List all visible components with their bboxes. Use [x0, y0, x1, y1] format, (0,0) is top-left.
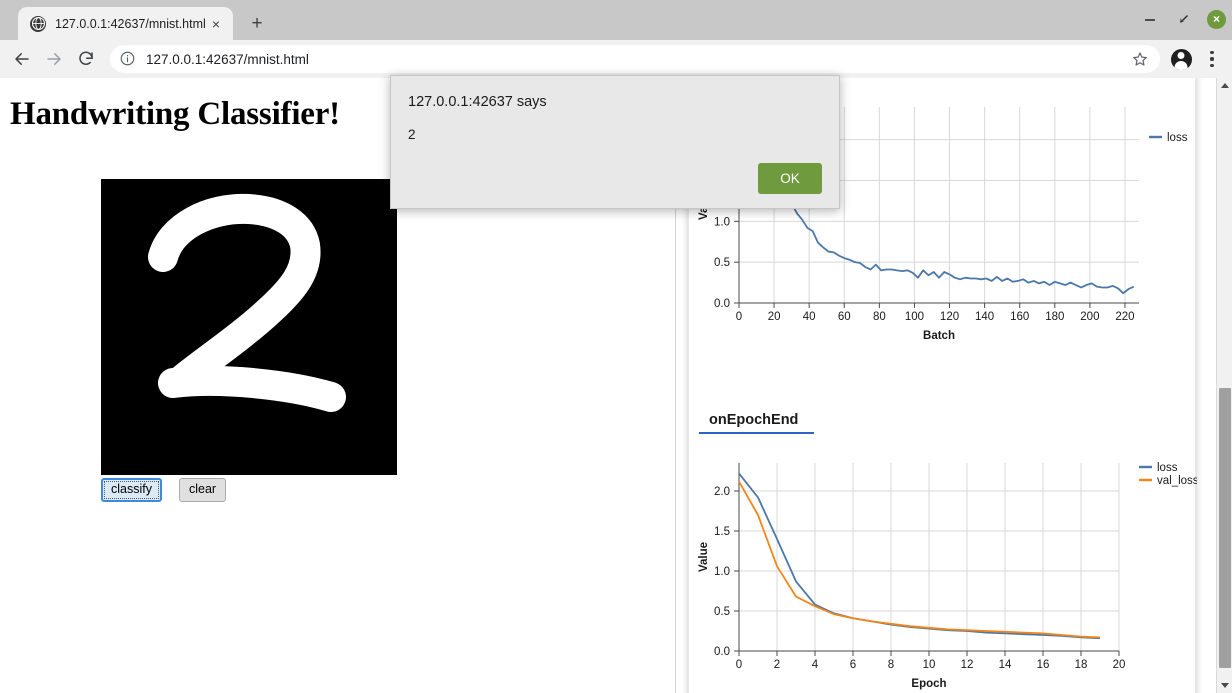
svg-text:val_loss: val_loss	[1157, 475, 1197, 487]
browser-tab[interactable]: 127.0.0.1:42637/mnist.html ×	[18, 7, 233, 40]
bookmark-star-icon[interactable]	[1130, 51, 1150, 67]
svg-text:Epoch: Epoch	[911, 678, 946, 690]
browser-window: 127.0.0.1:42637/mnist.html × + × 127.0.0…	[0, 0, 1232, 693]
forward-icon[interactable]	[38, 43, 70, 75]
dialog-ok-button[interactable]: OK	[758, 163, 822, 194]
tab-title: 127.0.0.1:42637/mnist.html	[55, 16, 206, 31]
reload-icon[interactable]	[70, 43, 102, 75]
dialog-title: 127.0.0.1:42637 says	[408, 94, 547, 110]
svg-text:loss: loss	[1157, 462, 1178, 474]
profile-avatar-icon[interactable]	[1166, 44, 1196, 74]
scroll-up-arrow-icon[interactable]	[1217, 78, 1232, 93]
drawing-canvas[interactable]	[101, 179, 397, 475]
canvas-wrapper	[101, 179, 397, 475]
window-controls: ×	[1139, 8, 1226, 30]
svg-text:180: 180	[1045, 311, 1064, 323]
new-tab-button[interactable]: +	[243, 9, 271, 37]
svg-text:16: 16	[1037, 659, 1050, 671]
svg-text:20: 20	[768, 311, 781, 323]
svg-text:0: 0	[736, 311, 742, 323]
scrollbar-thumb[interactable]	[1219, 388, 1231, 668]
svg-text:220: 220	[1115, 311, 1134, 323]
scroll-down-arrow-icon[interactable]	[1217, 678, 1232, 693]
address-bar[interactable]: 127.0.0.1:42637/mnist.html	[110, 45, 1160, 73]
svg-text:10: 10	[923, 659, 936, 671]
svg-text:1.5: 1.5	[714, 526, 730, 538]
svg-text:1.0: 1.0	[714, 216, 730, 228]
close-window-button[interactable]: ×	[1207, 9, 1226, 29]
svg-text:60: 60	[838, 311, 851, 323]
back-icon[interactable]	[6, 43, 38, 75]
svg-text:80: 80	[873, 311, 886, 323]
svg-text:6: 6	[850, 659, 856, 671]
minimize-button[interactable]	[1139, 8, 1161, 30]
surface-label-onEpochEnd: onEpochEnd	[699, 412, 815, 434]
button-row: classify clear	[101, 478, 227, 502]
toolbar-right-group	[1166, 44, 1226, 74]
svg-text:Value: Value	[698, 542, 710, 572]
svg-text:0.5: 0.5	[714, 606, 730, 618]
globe-icon	[30, 15, 46, 32]
url-text: 127.0.0.1:42637/mnist.html	[146, 51, 309, 67]
svg-text:loss: loss	[1167, 132, 1188, 144]
svg-text:200: 200	[1080, 311, 1099, 323]
svg-text:2.0: 2.0	[714, 486, 730, 498]
svg-text:140: 140	[975, 311, 994, 323]
svg-text:0.5: 0.5	[714, 257, 730, 269]
svg-text:40: 40	[803, 311, 816, 323]
svg-text:14: 14	[999, 659, 1012, 671]
svg-text:1.0: 1.0	[714, 566, 730, 578]
svg-text:2: 2	[774, 659, 780, 671]
tab-close-icon[interactable]: ×	[207, 15, 225, 33]
page-scrollbar[interactable]	[1216, 78, 1232, 693]
chart-onEpochEnd: 0 2 4 6 8 10 12 14 16 18 20 0.0 0.5 1.0 1.5 2.0 Epoch Val…	[689, 441, 1197, 693]
svg-text:0.0: 0.0	[714, 298, 730, 310]
surface-onEpochEnd: onEpochEnd 0 2 4 6 8 10 12 14 16 18 20 0.0 0.5 1.0 1.5…	[689, 411, 1197, 693]
svg-text:4: 4	[812, 659, 819, 671]
dialog-message: 2	[408, 127, 416, 142]
svg-text:0.0: 0.0	[714, 646, 730, 658]
browser-toolbar: 127.0.0.1:42637/mnist.html	[0, 40, 1232, 78]
svg-text:160: 160	[1010, 311, 1029, 323]
svg-text:8: 8	[888, 659, 894, 671]
svg-text:18: 18	[1075, 659, 1088, 671]
svg-text:120: 120	[940, 311, 959, 323]
svg-text:20: 20	[1113, 659, 1126, 671]
kebab-menu-icon[interactable]	[1198, 44, 1226, 74]
svg-text:12: 12	[961, 659, 974, 671]
classify-button[interactable]: classify	[101, 478, 162, 502]
tab-strip: 127.0.0.1:42637/mnist.html × + ×	[0, 0, 1232, 40]
info-circle-icon[interactable]	[120, 51, 137, 68]
maximize-button[interactable]	[1173, 8, 1195, 30]
svg-text:Batch: Batch	[923, 330, 955, 342]
svg-text:100: 100	[905, 311, 924, 323]
javascript-alert-dialog: 127.0.0.1:42637 says 2 OK	[390, 75, 840, 209]
clear-button[interactable]: clear	[178, 478, 227, 502]
svg-text:0: 0	[736, 659, 742, 671]
